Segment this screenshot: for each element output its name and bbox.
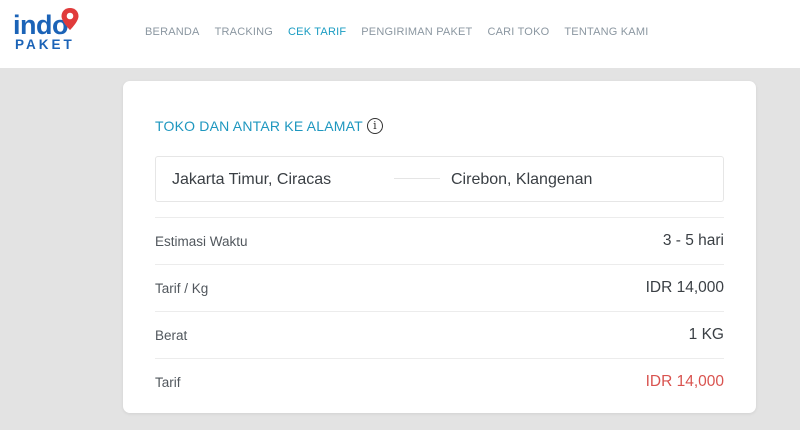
detail-row-berat: Berat 1 KG [155, 311, 724, 358]
location-pin-icon [61, 8, 79, 30]
nav-item-pengiriman-paket[interactable]: PENGIRIMAN PAKET [361, 26, 472, 38]
nav-item-tentang-kami[interactable]: TENTANG KAMI [564, 26, 648, 38]
nav-item-cek-tarif[interactable]: CEK TARIF [288, 26, 346, 38]
route-destination: Cirebon, Klangenan [451, 171, 593, 188]
nav-item-tracking[interactable]: TRACKING [215, 26, 273, 38]
route-origin: Jakarta Timur, Ciracas [172, 171, 332, 188]
info-icon[interactable]: i [366, 118, 383, 134]
logo-text-bottom: PAKET [15, 37, 75, 52]
nav-item-cari-toko[interactable]: CARI TOKO [487, 26, 549, 38]
nav-item-beranda[interactable]: BERANDA [145, 26, 200, 38]
top-navbar: indo PAKET BERANDA TRACKING CEK TARIF PE… [0, 0, 800, 68]
tariff-result-card: TOKO DAN ANTAR KE ALAMAT i Jakarta Timur… [123, 81, 756, 413]
detail-label: Estimasi Waktu [155, 234, 248, 249]
detail-label: Tarif / Kg [155, 281, 209, 296]
detail-value: 3 - 5 hari [662, 232, 724, 249]
indopaket-logo[interactable]: indo PAKET [13, 7, 83, 55]
service-title: TOKO DAN ANTAR KE ALAMAT i [155, 118, 383, 134]
main-nav: BERANDA TRACKING CEK TARIF PENGIRIMAN PA… [145, 26, 648, 38]
detail-row-tarif-per-kg: Tarif / Kg IDR 14,000 [155, 264, 724, 311]
tariff-details: Estimasi Waktu 3 - 5 hari Tarif / Kg IDR… [155, 217, 724, 405]
route-box: Jakarta Timur, Ciracas Cirebon, Klangena… [155, 156, 724, 202]
total-tariff-value: IDR 14,000 [645, 373, 724, 390]
detail-label: Berat [155, 328, 188, 343]
detail-row-estimasi-waktu: Estimasi Waktu 3 - 5 hari [155, 217, 724, 264]
detail-value: 1 KG [688, 326, 724, 343]
detail-row-tarif: Tarif IDR 14,000 [155, 358, 724, 405]
service-title-text: TOKO DAN ANTAR KE ALAMAT [155, 118, 363, 134]
route-connector-line [394, 178, 440, 179]
detail-value: IDR 14,000 [645, 279, 724, 296]
detail-label: Tarif [155, 375, 181, 390]
